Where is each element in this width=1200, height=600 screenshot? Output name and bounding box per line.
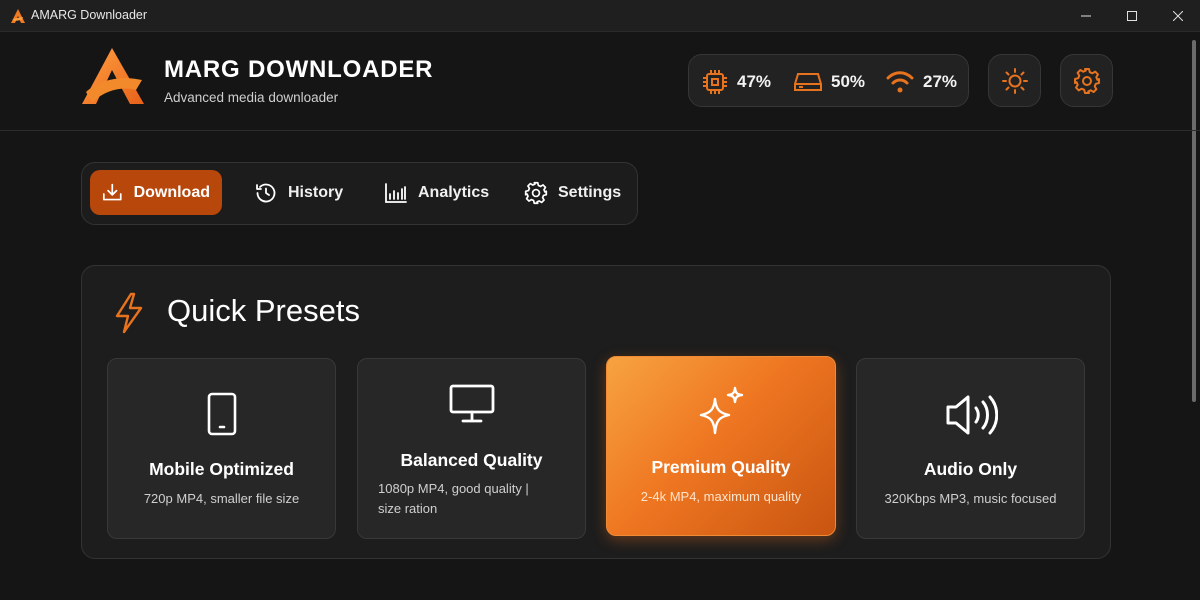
brand-logo-icon <box>82 48 144 104</box>
system-stats: 47% 50% 27% <box>688 54 969 107</box>
brand-title: MARG DOWNLOADER <box>164 56 434 83</box>
disk-icon <box>794 72 822 91</box>
sparkles-icon <box>699 386 744 435</box>
brand-subtitle: Advanced media downloader <box>164 90 339 105</box>
maximize-button[interactable] <box>1109 0 1155 32</box>
tab-settings[interactable]: Settings <box>512 170 633 215</box>
preset-desc: 2-4k MP4, maximum quality <box>640 489 802 504</box>
lightning-icon <box>115 292 143 334</box>
window-title: AMARG Downloader <box>31 8 148 22</box>
preset-card-mobile[interactable]: Mobile Optimized 720p MP4, smaller file … <box>107 358 336 539</box>
preset-name: Premium Quality <box>651 457 791 477</box>
wifi-icon <box>886 70 914 92</box>
tab-analytics[interactable]: Analytics <box>372 170 501 215</box>
app-header: MARG DOWNLOADER Advanced media downloade… <box>0 32 1200 131</box>
gear-icon <box>1073 67 1100 94</box>
close-button[interactable] <box>1155 0 1200 32</box>
preset-card-premium[interactable]: Premium Quality 2-4k MP4, maximum qualit… <box>606 356 836 536</box>
tab-history[interactable]: History <box>242 170 355 215</box>
main-nav: Download History Analytics Settings <box>81 162 638 225</box>
download-icon <box>102 183 122 200</box>
header-settings-button[interactable] <box>1060 54 1113 107</box>
minimize-button[interactable] <box>1063 0 1109 32</box>
preset-name: Mobile Optimized <box>149 459 294 479</box>
phone-icon <box>207 392 236 436</box>
preset-card-audio[interactable]: Audio Only 320Kbps MP3, music focused <box>856 358 1085 539</box>
network-value: 27% <box>923 71 958 91</box>
network-stat: 27% <box>885 55 957 108</box>
title-bar: AMARG Downloader <box>0 0 1200 32</box>
preset-desc: 1080p MP4, good quality | size ration <box>378 481 529 516</box>
cpu-value: 47% <box>737 71 772 91</box>
disk-stat: 50% <box>793 55 865 108</box>
preset-desc: 720p MP4, smaller file size <box>143 491 300 506</box>
tab-download-label: Download <box>133 183 210 201</box>
tab-download[interactable]: Download <box>90 170 222 215</box>
monitor-icon <box>449 384 494 423</box>
cpu-stat: 47% <box>701 55 771 108</box>
preset-desc: 320Kbps MP3, music focused <box>884 491 1057 506</box>
tab-analytics-label: Analytics <box>418 183 490 201</box>
history-icon <box>256 183 276 202</box>
preset-name: Balanced Quality <box>400 450 543 470</box>
cpu-icon <box>703 69 727 94</box>
close-icon <box>1173 11 1183 21</box>
gear-icon <box>524 181 548 204</box>
speaker-icon <box>946 395 998 435</box>
theme-toggle-button[interactable] <box>988 54 1041 107</box>
preset-name: Audio Only <box>923 459 1018 479</box>
bar-chart-icon <box>385 182 407 203</box>
quick-presets-panel: Quick Presets Mobile Optimized 720p MP4,… <box>81 265 1111 559</box>
disk-value: 50% <box>831 71 866 91</box>
app-logo-icon <box>11 9 25 23</box>
minimize-icon <box>1081 15 1091 17</box>
panel-title: Quick Presets <box>167 293 360 328</box>
tab-history-label: History <box>288 183 344 201</box>
sun-icon <box>1001 67 1028 94</box>
tab-settings-label: Settings <box>558 183 622 201</box>
preset-card-balanced[interactable]: Balanced Quality 1080p MP4, good quality… <box>357 358 586 539</box>
maximize-icon <box>1127 11 1137 21</box>
